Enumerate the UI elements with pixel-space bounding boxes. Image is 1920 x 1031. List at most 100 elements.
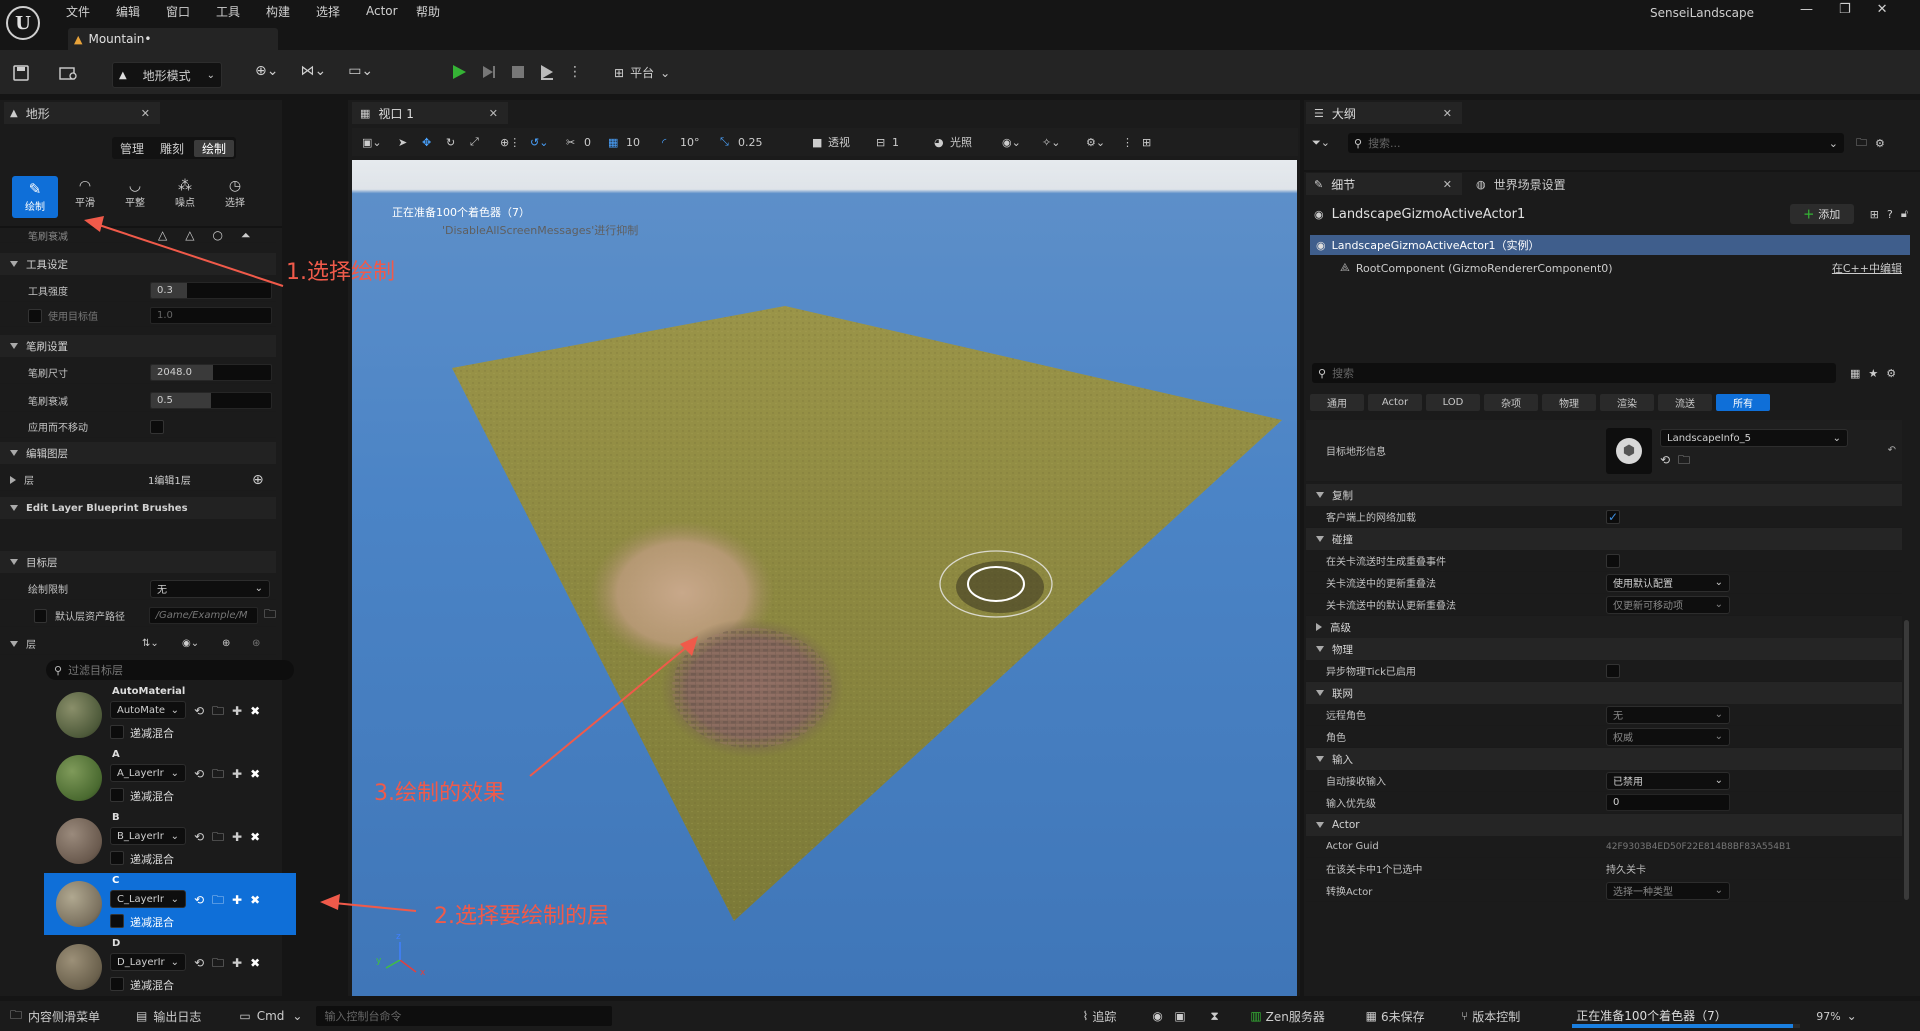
add-actor-icon[interactable]: ⊕⌄	[255, 63, 278, 79]
brush-size-input[interactable]: 2048.0	[150, 364, 272, 381]
layer-blend-checkbox[interactable]	[110, 788, 124, 802]
section-actor[interactable]: Actor	[1306, 814, 1902, 836]
cmd-label[interactable]: Cmd	[257, 1009, 285, 1023]
falloff-shape-icons[interactable]: △△○⏶	[158, 228, 269, 243]
section-edit-layers[interactable]: 编辑图层	[0, 442, 276, 464]
filter-all[interactable]: 所有	[1716, 393, 1770, 411]
update-overlap-dropdown[interactable]: 使用默认配置 ⌄	[1606, 573, 1730, 592]
layer-info-dropdown[interactable]: D_LayerIr ⌄	[110, 953, 186, 971]
add-circle-icon[interactable]: ⊕	[252, 472, 264, 488]
unsaved-label[interactable]: 6未保存	[1381, 1008, 1461, 1025]
tool-smooth-button[interactable]: ◠ 平滑	[62, 178, 108, 218]
use-target-input[interactable]: 1.0	[150, 307, 272, 324]
auto-input-dropdown[interactable]: 已禁用 ⌄	[1606, 771, 1730, 790]
output-log-label[interactable]: 输出日志	[153, 1008, 227, 1025]
viewport-tab[interactable]: ▦ 视口 1 ✕	[352, 102, 508, 124]
layer-action-icons[interactable]: ⟲🗀✚✖	[194, 954, 268, 975]
move-icon[interactable]: ✥	[422, 136, 446, 149]
menu-window[interactable]: 窗口	[166, 3, 216, 20]
sort-icon[interactable]: ⇅⌄	[142, 638, 182, 649]
layer-action-icons[interactable]: ⟲🗀✚✖	[194, 828, 268, 849]
filter-streaming[interactable]: 流送	[1658, 393, 1712, 411]
layer-settings-icon[interactable]: ⊛	[252, 638, 260, 649]
camera-icon[interactable]: ■	[812, 136, 828, 149]
unsaved-icon[interactable]: ▦	[1366, 1009, 1377, 1023]
async-tick-checkbox[interactable]	[1606, 663, 1620, 678]
layer-blend-checkbox[interactable]	[110, 977, 124, 991]
filter-lod[interactable]: LOD	[1426, 393, 1480, 411]
camera-speed-value[interactable]: 1	[892, 136, 934, 149]
filter-icon[interactable]: ⏷⌄	[1312, 136, 1340, 150]
mode-tab-paint[interactable]: 绘制	[194, 139, 234, 157]
filter-general[interactable]: 通用	[1310, 393, 1364, 411]
input-priority-input[interactable]: 0	[1606, 794, 1730, 811]
blueprint-icon[interactable]: ⋈⌄	[300, 63, 326, 79]
add-folder-icon[interactable]: 🗀	[1856, 134, 1867, 153]
tool-paint-button[interactable]: ✎ 绘制	[12, 176, 58, 218]
level-tab[interactable]: ▲ Mountain•	[68, 28, 278, 50]
edit-cpp-link[interactable]: 在C++中编辑	[1832, 260, 1902, 276]
landscape-panel-tab[interactable]: ▲ 地形 ✕	[4, 102, 160, 124]
target-landscape-dropdown[interactable]: LandscapeInfo_5 ⌄	[1660, 429, 1848, 447]
list-item[interactable]: A A_LayerIr ⌄ ⟲🗀✚✖ 递减混合	[44, 747, 296, 809]
layer-info-dropdown[interactable]: AutoMate ⌄	[110, 701, 186, 719]
help-icon[interactable]: ?	[1887, 208, 1893, 221]
viewport-canvas[interactable]: 正在准备100个着色器（7） 'DisableAllScreenMessages…	[352, 160, 1297, 996]
menu-file[interactable]: 文件	[66, 3, 116, 20]
effects-icon[interactable]: ✧⌄	[1042, 136, 1086, 149]
list-item[interactable]: B B_LayerIr ⌄ ⟲🗀✚✖ 递减混合	[44, 810, 296, 872]
angle-snap-icon[interactable]: ◜	[662, 136, 680, 149]
pointer-icon[interactable]: ➤	[398, 136, 422, 149]
convert-actor-dropdown[interactable]: 选择一种类型 ⌄	[1606, 881, 1730, 900]
scale-icon[interactable]: ⤢	[470, 135, 500, 149]
rotate-icon[interactable]: ↻	[446, 136, 470, 149]
section-advanced[interactable]: 高级	[1306, 616, 1902, 638]
filter-physics[interactable]: 物理	[1542, 393, 1596, 411]
menu-select[interactable]: 选择	[316, 3, 366, 20]
table-view-icon[interactable]: ▦	[1850, 367, 1860, 380]
stop-icon[interactable]	[510, 64, 526, 80]
maximize-icon[interactable]: ❐	[1839, 2, 1851, 17]
chevron-down-icon[interactable]: ⌄	[1847, 1009, 1857, 1023]
default-layer-path-input[interactable]: /Game/Example/M	[148, 607, 258, 624]
close-icon[interactable]: ✕	[141, 107, 150, 120]
hourglass-icon[interactable]: ⧗	[1210, 1009, 1250, 1024]
menu-help[interactable]: 帮助	[416, 3, 466, 20]
add-layer-icon[interactable]: ⊕	[222, 638, 252, 649]
component-instance-row[interactable]: ◉ LandscapeGizmoActiveActor1（实例）	[1310, 235, 1910, 255]
tool-noise-button[interactable]: ⁂ 噪点	[162, 178, 208, 218]
layout-icon[interactable]: ⊞	[1142, 136, 1162, 149]
grid-snap-value[interactable]: 10	[626, 136, 662, 149]
mode-tab-sculpt[interactable]: 雕刻	[154, 140, 190, 157]
step-icon[interactable]	[480, 63, 498, 81]
scale-snap-value[interactable]: 0.25	[738, 136, 812, 149]
default-overlap-dropdown[interactable]: 仅更新可移动项 ⌄	[1606, 595, 1730, 614]
tool-strength-input[interactable]: 0.3	[150, 282, 272, 299]
use-target-checkbox[interactable]	[28, 308, 42, 323]
folder-icon[interactable]: 🗀	[264, 605, 276, 626]
filter-actor[interactable]: Actor	[1368, 393, 1422, 411]
content-drawer-icon[interactable]: 🗀	[10, 1006, 22, 1027]
layer-info-dropdown[interactable]: B_LayerIr ⌄	[110, 827, 186, 845]
platform-button[interactable]: ⊞ 平台 ⌄	[614, 64, 670, 81]
view-mode-label[interactable]: 透视	[828, 134, 876, 150]
console-input[interactable]: 输入控制台命令	[316, 1006, 613, 1026]
outliner-search-input[interactable]: ⚲ 搜索... ⌄	[1348, 133, 1844, 153]
menu-edit[interactable]: 编辑	[116, 3, 166, 20]
section-target-layers[interactable]: 目标层	[0, 551, 276, 573]
camera-icon[interactable]: ▣	[1174, 1009, 1210, 1023]
world-icon[interactable]: ⊕⋮	[500, 136, 530, 149]
save-icon[interactable]	[12, 64, 30, 82]
lock-icon[interactable]: 🔓︎	[1901, 207, 1908, 221]
section-collision[interactable]: 碰撞	[1306, 528, 1902, 550]
play-icon[interactable]	[450, 63, 468, 81]
cmd-icon[interactable]: ▭	[239, 1009, 250, 1023]
camera-speed-icon[interactable]: ⊟	[876, 136, 892, 149]
chevron-down-icon[interactable]: ⌄	[292, 1009, 302, 1023]
reset-arrow-icon[interactable]: ↶	[1888, 445, 1896, 456]
select-mode-icon[interactable]: ▣⌄	[362, 136, 398, 149]
star-icon[interactable]: ★	[1868, 367, 1878, 380]
gear-icon[interactable]: ⚙	[1886, 367, 1896, 380]
section-bp-brushes[interactable]: Edit Layer Blueprint Brushes	[0, 497, 276, 519]
source-control-label[interactable]: 版本控制	[1472, 1008, 1572, 1025]
